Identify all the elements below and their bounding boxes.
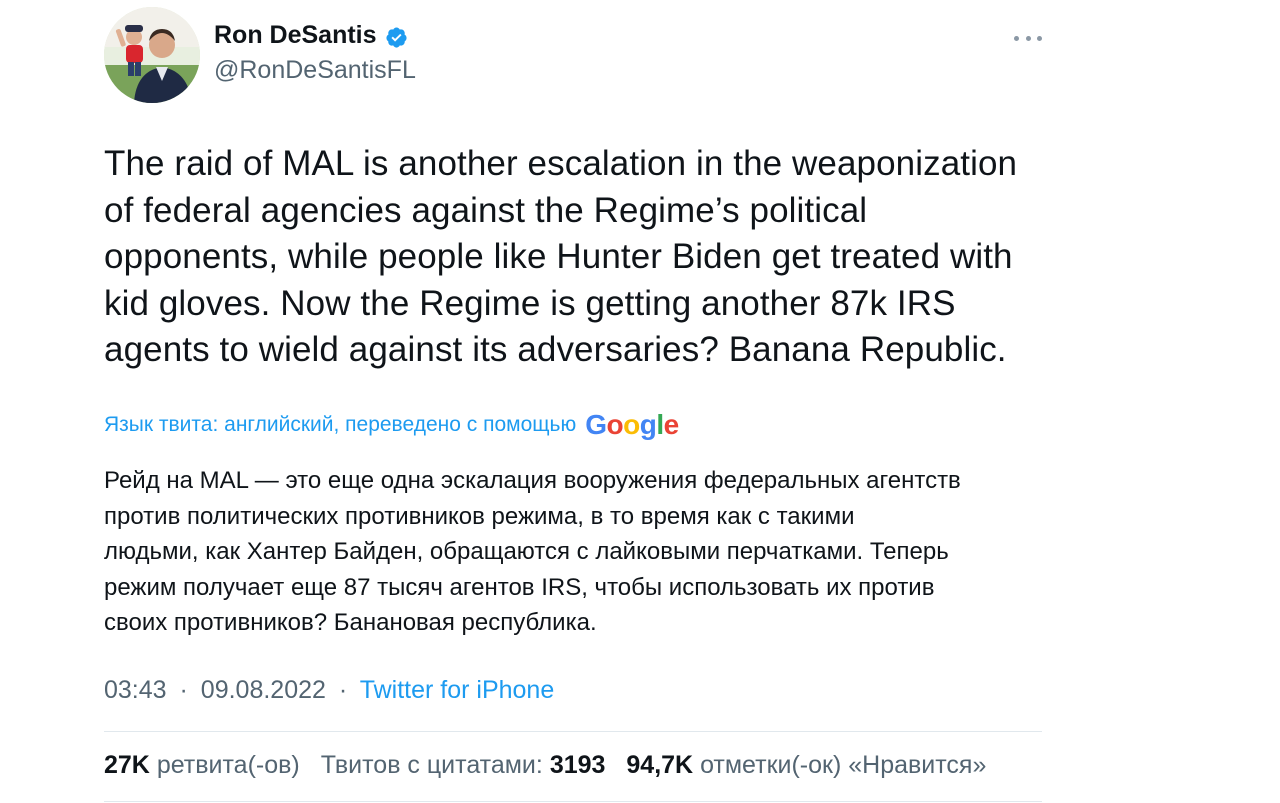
quotes-stat[interactable]: Твитов с цитатами: 3193 — [321, 751, 606, 779]
retweets-count: 27K — [104, 751, 150, 779]
profile-photo-icon — [104, 7, 200, 103]
verified-badge-icon — [386, 27, 407, 48]
divider — [104, 801, 1042, 802]
tweet-source-link[interactable]: Twitter for iPhone — [360, 676, 555, 704]
tweet-text: The raid of MAL is another escalation in… — [104, 144, 1018, 369]
more-options-icon[interactable] — [1014, 27, 1042, 49]
tweet-stats: 27K ретвита(-ов) Твитов с цитатами: 3193… — [104, 751, 1000, 780]
divider — [104, 731, 1042, 732]
likes-stat[interactable]: 94,7K отметки(-ок) «Нравится» — [626, 751, 986, 779]
tweet: Ron DeSantis @RonDeSantisFL The raid of … — [104, 0, 1042, 803]
google-logo: Google — [585, 409, 679, 440]
quotes-count: 3193 — [549, 751, 606, 779]
author-handle[interactable]: @RonDeSantisFL — [214, 56, 416, 85]
tweet-date[interactable]: 09.08.2022 — [201, 676, 326, 704]
translation-attribution[interactable]: Язык твита: английский, переведено с пом… — [104, 409, 679, 441]
likes-label: отметки(-ок) «Нравится» — [700, 751, 987, 779]
retweets-label: ретвита(-ов) — [156, 751, 300, 779]
tweet-time[interactable]: 03:43 — [104, 676, 167, 704]
quotes-label: Твитов с цитатами: — [320, 751, 543, 779]
author-name[interactable]: Ron DeSantis — [214, 21, 377, 50]
translated-text: Рейд на MAL — это еще одна эскалация воо… — [104, 467, 961, 636]
likes-count: 94,7K — [626, 751, 694, 779]
tweet-meta: 03:43 · 09.08.2022 · Twitter for iPhone — [104, 676, 554, 705]
translation-label[interactable]: Язык твита: английский, переведено с пом… — [104, 413, 576, 437]
avatar[interactable] — [104, 7, 200, 103]
retweets-stat[interactable]: 27K ретвита(-ов) — [104, 751, 300, 779]
meta-separator: · — [179, 676, 188, 704]
meta-separator: · — [338, 676, 348, 704]
